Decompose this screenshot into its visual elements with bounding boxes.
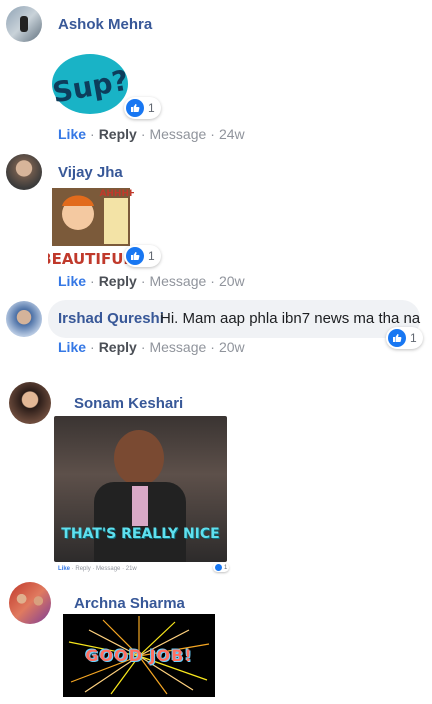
reply-button[interactable]: Reply (99, 273, 137, 289)
commenter-name[interactable]: Vijay Jha (58, 164, 123, 181)
like-button[interactable]: Like (58, 126, 86, 142)
reaction-count: 1 (410, 331, 417, 345)
reaction-badge[interactable]: 1 (124, 97, 161, 119)
comment-actions: Like · Reply · Message · 20w (58, 273, 245, 289)
commenter-name[interactable]: Irshad Qureshi (58, 310, 164, 327)
sticker-image: AHHHH BEAUTIFUL! (40, 184, 140, 270)
comment-actions: Like · Reply · Message · 20w (58, 339, 245, 355)
reaction-count: 1 (148, 249, 155, 263)
like-button[interactable]: Like (58, 566, 70, 572)
avatar[interactable] (6, 154, 42, 190)
timestamp[interactable]: 21w (126, 566, 137, 572)
message-button[interactable]: Message (149, 339, 206, 355)
gif-caption: GOOD JOB! (85, 646, 193, 665)
reply-button[interactable]: Reply (99, 339, 137, 355)
timestamp[interactable]: 20w (219, 273, 245, 289)
thumbs-up-icon (215, 564, 222, 571)
commenter-name[interactable]: Sonam Keshari (74, 395, 183, 412)
message-button[interactable]: Message (149, 273, 206, 289)
gif-image: GOOD JOB! (63, 614, 215, 697)
comment-actions: Like · Reply · Message · 21w (58, 566, 137, 572)
thumbs-up-icon (126, 99, 144, 117)
avatar[interactable] (6, 301, 42, 337)
commenter-name[interactable]: Ashok Mehra (58, 16, 152, 33)
message-button[interactable]: Message (149, 126, 206, 142)
thumbs-up-icon (388, 329, 406, 347)
gif-image: THAT'S REALLY NICE (54, 416, 227, 562)
avatar[interactable] (9, 382, 51, 424)
reaction-badge[interactable]: 1 (124, 245, 161, 267)
reply-button[interactable]: Reply (99, 126, 137, 142)
like-button[interactable]: Like (58, 273, 86, 289)
comment-actions: Like · Reply · Message · 24w (58, 126, 245, 142)
timestamp[interactable]: 24w (219, 126, 245, 142)
reply-button[interactable]: Reply (75, 566, 90, 572)
sticker-bottom-text: BEAUTIFUL! (48, 250, 134, 268)
comment-bubble: Irshad Qureshi Hi. Mam aap phla ibn7 new… (48, 300, 420, 338)
reaction-count: 1 (224, 564, 228, 571)
avatar[interactable] (9, 582, 51, 624)
gif-caption: THAT'S REALLY NICE (61, 526, 220, 542)
avatar[interactable] (6, 6, 42, 42)
comment-text: Hi. Mam aap phla ibn7 news ma tha na (160, 310, 421, 327)
sticker-top-text: AHHHH (99, 189, 134, 199)
timestamp[interactable]: 20w (219, 339, 245, 355)
message-button[interactable]: Message (96, 566, 120, 572)
sticker-image: Sup? (50, 40, 131, 120)
thumbs-up-icon (126, 247, 144, 265)
reaction-badge[interactable]: 1 (386, 327, 423, 349)
reaction-count: 1 (148, 101, 155, 115)
commenter-name[interactable]: Archna Sharma (74, 595, 185, 612)
reaction-badge[interactable]: 1 (213, 563, 230, 572)
like-button[interactable]: Like (58, 339, 86, 355)
